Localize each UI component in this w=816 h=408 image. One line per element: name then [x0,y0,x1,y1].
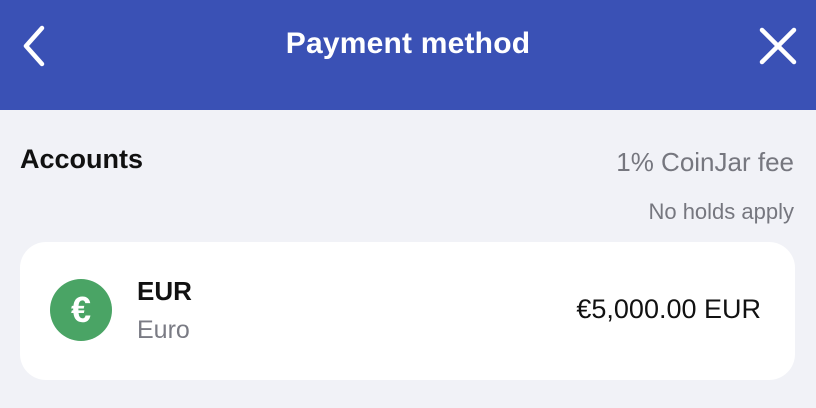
holds-label: No holds apply [648,199,794,224]
close-button[interactable] [754,22,802,70]
app-header: Payment method [0,0,816,110]
account-balance: €5,000.00 EUR [576,294,761,324]
euro-icon: € [50,279,112,341]
account-item-eur[interactable]: € EUR Euro €5,000.00 EUR [20,242,795,380]
accounts-section-title: Accounts [20,144,144,174]
fee-label: 1% CoinJar fee [616,147,794,177]
close-icon [759,27,797,65]
currency-name: Euro [137,316,190,344]
page-title: Payment method [285,27,531,60]
currency-code: EUR [137,276,192,306]
